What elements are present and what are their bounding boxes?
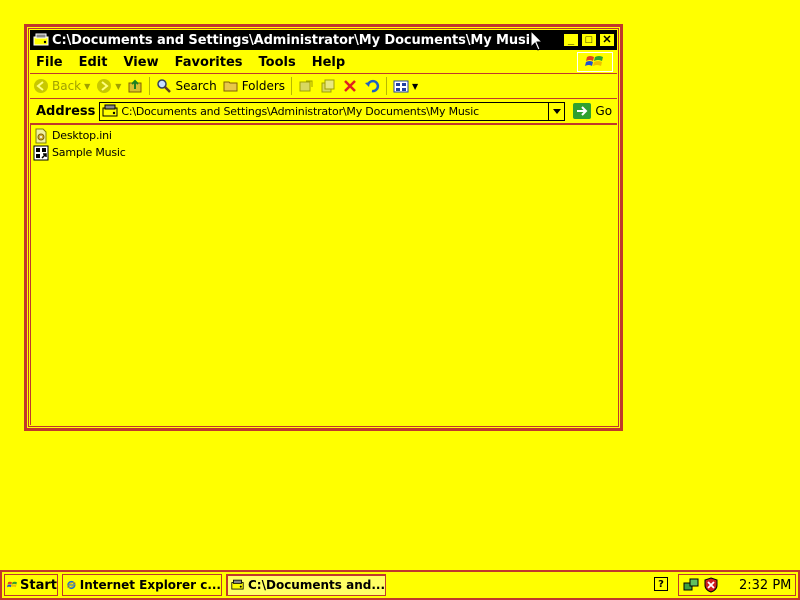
folders-label: Folders	[241, 79, 286, 93]
copy-to-icon	[321, 79, 335, 93]
windows-logo-icon	[7, 581, 17, 588]
standard-toolbar: Back ▼ ▼ Search Folders ▼	[30, 74, 617, 99]
views-icon	[393, 80, 409, 93]
menu-help[interactable]: Help	[304, 55, 353, 70]
toolbar-separator	[386, 77, 388, 95]
undo-button[interactable]	[361, 75, 383, 97]
minimize-button[interactable]: _	[563, 33, 579, 47]
search-icon	[157, 79, 172, 93]
network-icon[interactable]	[683, 577, 699, 593]
explorer-window: C:\Documents and Settings\Administrator\…	[24, 24, 623, 431]
file-name: Sample Music	[52, 146, 126, 159]
chevron-down-icon: ▼	[84, 81, 91, 91]
taskbar-item-label: Internet Explorer c...	[79, 578, 221, 592]
menu-tools[interactable]: Tools	[251, 55, 304, 70]
move-to-button[interactable]	[295, 75, 317, 97]
back-label: Back	[52, 79, 82, 93]
list-item[interactable]: Desktop.ini	[31, 127, 617, 144]
start-label: Start	[20, 577, 57, 593]
system-tray: 2:32 PM	[678, 574, 796, 596]
settings-file-icon	[35, 128, 47, 143]
undo-icon	[365, 79, 380, 93]
folders-button[interactable]: Folders	[220, 75, 288, 97]
chevron-down-icon: ▼	[115, 81, 122, 91]
mouse-cursor-icon	[530, 30, 544, 51]
ie-icon	[67, 580, 76, 590]
start-button[interactable]: Start	[4, 574, 58, 596]
taskbar-item-internet-explorer[interactable]: Internet Explorer c...	[62, 574, 222, 596]
taskbar-item-label: C:\Documents and...	[248, 578, 385, 592]
clock[interactable]: 2:32 PM	[739, 578, 791, 593]
address-input[interactable]: C:\Documents and Settings\Administrator\…	[99, 101, 566, 121]
forward-button[interactable]: ▼	[93, 75, 124, 97]
menu-edit[interactable]: Edit	[71, 55, 116, 70]
folders-icon	[223, 81, 238, 92]
file-name: Desktop.ini	[52, 129, 112, 142]
up-folder-icon	[128, 79, 142, 93]
address-bar: Address C:\Documents and Settings\Admini…	[30, 99, 617, 124]
back-button[interactable]: Back ▼	[30, 75, 93, 97]
drive-icon	[231, 579, 244, 590]
menu-view[interactable]: View	[115, 55, 166, 70]
maximize-button[interactable]: □	[581, 33, 597, 47]
copy-to-button[interactable]	[317, 75, 339, 97]
toolbar-separator	[149, 77, 151, 95]
window-title: C:\Documents and Settings\Administrator\…	[52, 32, 538, 48]
views-button[interactable]: ▼	[390, 75, 421, 97]
list-item[interactable]: Sample Music	[31, 144, 617, 161]
delete-button[interactable]	[339, 75, 361, 97]
drive-icon	[102, 104, 118, 118]
go-button[interactable]: Go	[573, 103, 612, 119]
file-list: Desktop.ini Sample Music	[31, 125, 617, 161]
address-dropdown-button[interactable]	[548, 102, 564, 120]
security-shield-icon[interactable]	[703, 577, 719, 593]
up-folder-button[interactable]	[124, 75, 146, 97]
address-value: C:\Documents and Settings\Administrator\…	[121, 104, 479, 118]
search-label: Search	[175, 79, 217, 93]
menu-file[interactable]: File	[30, 55, 71, 70]
chevron-down-icon: ▼	[412, 81, 419, 91]
forward-arrow-icon	[97, 79, 112, 93]
search-button[interactable]: Search	[153, 75, 219, 97]
title-bar[interactable]: C:\Documents and Settings\Administrator\…	[30, 30, 617, 50]
move-to-icon	[299, 80, 313, 92]
toolbar-separator	[291, 77, 293, 95]
close-button[interactable]: ✕	[599, 33, 615, 47]
taskbar-item-explorer[interactable]: C:\Documents and...	[226, 574, 386, 596]
delete-icon	[344, 80, 356, 92]
go-label: Go	[595, 104, 613, 118]
drive-icon	[33, 32, 49, 48]
taskbar: Start Internet Explorer c... C:\Document…	[0, 570, 800, 600]
shortcut-folder-icon	[33, 145, 49, 160]
go-arrow-icon	[573, 103, 592, 119]
help-icon[interactable]: ?	[654, 577, 668, 591]
back-arrow-icon	[34, 79, 48, 93]
menu-favorites[interactable]: Favorites	[167, 55, 251, 70]
windows-logo-icon	[577, 52, 613, 72]
address-label: Address	[36, 103, 96, 119]
file-view[interactable]: Desktop.ini Sample Music	[30, 124, 617, 425]
chevron-down-icon	[552, 108, 561, 114]
menu-bar: File Edit View Favorites Tools Help	[30, 51, 617, 74]
